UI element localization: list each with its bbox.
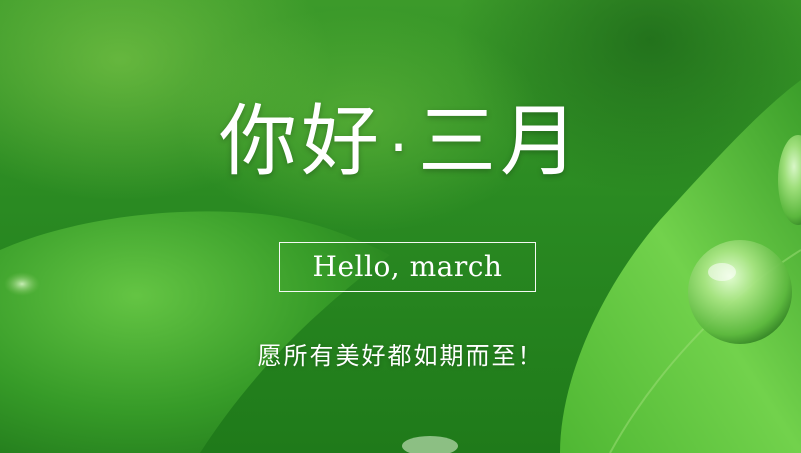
title-part2: 三月 [418, 97, 583, 187]
page-title: 你好 ·三月 [0, 92, 801, 198]
blurred-droplet [4, 272, 40, 296]
droplet-highlight [708, 263, 736, 281]
english-greeting-box: Hello, march [279, 242, 536, 292]
title-separator: · [388, 113, 413, 183]
spring-banner: 你好 ·三月 Hello, march 愿所有美好都如期而至！ [0, 0, 801, 453]
title-part1: 你好 [218, 97, 383, 187]
water-droplet [688, 240, 792, 344]
english-greeting: Hello, march [312, 250, 503, 283]
leaf-background [0, 80, 801, 453]
bottom-highlight [402, 436, 458, 453]
subtitle: 愿所有美好都如期而至！ [257, 342, 544, 370]
